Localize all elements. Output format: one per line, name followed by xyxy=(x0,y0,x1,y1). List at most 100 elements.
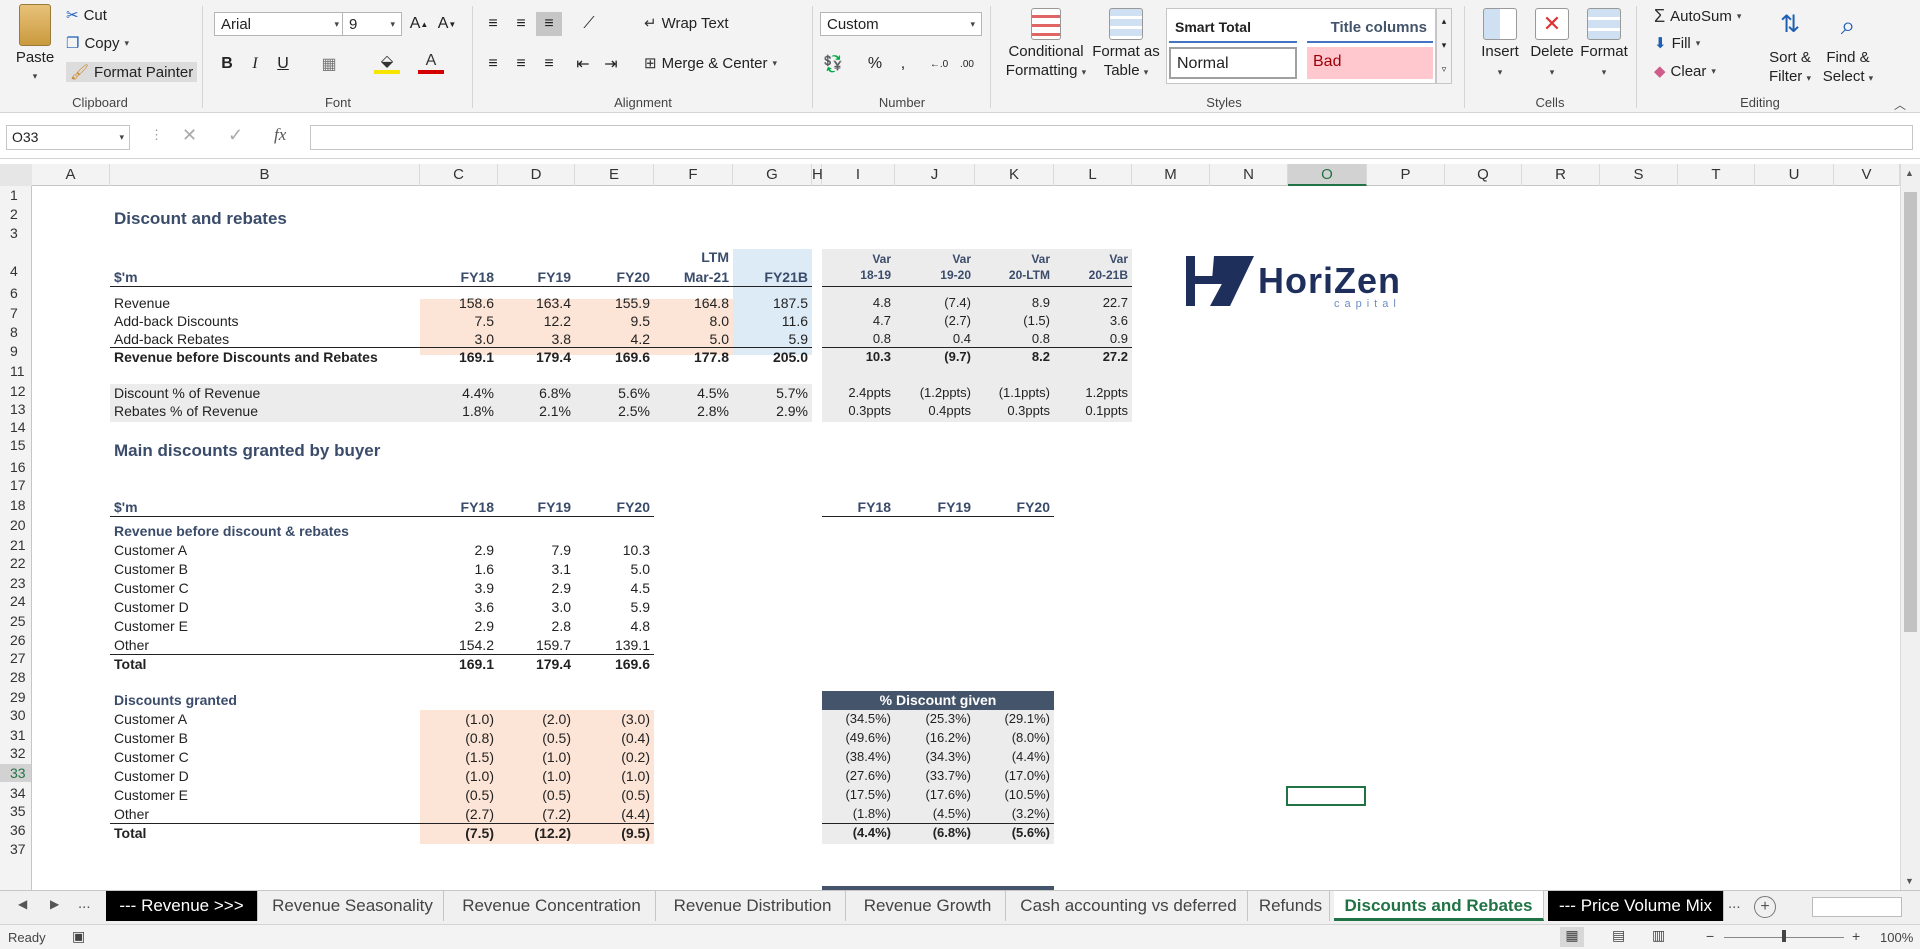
row-header-20[interactable]: 20 xyxy=(0,516,31,534)
horizontal-scrollbar[interactable] xyxy=(1812,897,1902,917)
row-header-8[interactable]: 8 xyxy=(0,323,31,341)
scroll-down-icon[interactable]: ▼ xyxy=(1905,876,1914,886)
cancel-icon[interactable]: ✕ xyxy=(182,125,197,146)
sheet-tab-7[interactable]: Discounts and Rebates xyxy=(1334,891,1544,921)
align-center-icon[interactable]: ≡ xyxy=(508,52,534,76)
row-header-3[interactable]: 3 xyxy=(0,224,31,242)
decrease-decimal-icon[interactable]: .00 xyxy=(954,52,980,76)
column-header-K[interactable]: K xyxy=(975,164,1054,186)
row-header-9[interactable]: 9 xyxy=(0,342,31,360)
align-right-icon[interactable]: ≡ xyxy=(536,52,562,76)
row-header-35[interactable]: 35 xyxy=(0,802,31,820)
decrease-indent-icon[interactable]: ⇤ xyxy=(570,52,596,76)
number-format-combo[interactable]: Custom ▾ xyxy=(820,12,982,36)
format-button[interactable]: Format ▾ xyxy=(1578,8,1630,82)
row-header-34[interactable]: 34 xyxy=(0,784,31,802)
column-header-U[interactable]: U xyxy=(1755,164,1834,186)
collapse-ribbon-icon[interactable]: ︿ xyxy=(1894,96,1906,113)
column-header-O[interactable]: O xyxy=(1288,164,1367,186)
format-as-table-button[interactable]: Format as Table ▾ xyxy=(1090,8,1162,82)
macro-record-icon[interactable]: ▣ xyxy=(72,928,85,945)
column-header-M[interactable]: M xyxy=(1132,164,1210,186)
increase-indent-icon[interactable]: ⇥ xyxy=(598,52,624,76)
column-header-Q[interactable]: Q xyxy=(1445,164,1522,186)
row-header-14[interactable]: 14 xyxy=(0,418,31,436)
borders-icon[interactable]: ▦ xyxy=(316,52,342,76)
tab-more-left[interactable]: ... xyxy=(78,895,91,912)
row-header-25[interactable]: 25 xyxy=(0,612,31,630)
insert-button[interactable]: Insert ▾ xyxy=(1476,8,1524,82)
row-header-36[interactable]: 36 xyxy=(0,821,31,839)
autosum-button[interactable]: Σ AutoSum ▾ xyxy=(1654,6,1741,27)
tab-prev-icon[interactable]: ◀ xyxy=(18,897,27,911)
column-header-L[interactable]: L xyxy=(1054,164,1132,186)
align-left-icon[interactable]: ≡ xyxy=(480,52,506,76)
sheet-tab-6[interactable]: Refunds xyxy=(1252,891,1330,921)
row-header-27[interactable]: 27 xyxy=(0,649,31,667)
column-header-V[interactable]: V xyxy=(1834,164,1900,186)
row-header-26[interactable]: 26 xyxy=(0,631,31,649)
row-header-12[interactable]: 12 xyxy=(0,382,31,400)
increase-decimal-icon[interactable]: ←.0 xyxy=(926,52,952,76)
fill-color-icon[interactable]: ⬙ xyxy=(374,52,400,74)
column-header-G[interactable]: G xyxy=(733,164,812,186)
style-bad[interactable]: Bad xyxy=(1307,47,1433,79)
column-header-R[interactable]: R xyxy=(1522,164,1600,186)
row-header-6[interactable]: 6 xyxy=(0,284,31,302)
zoom-out-icon[interactable]: − xyxy=(1706,928,1714,944)
row-header-15[interactable]: 15 xyxy=(0,436,31,454)
sort-filter-button[interactable]: ⇅ Sort & Filter ▾ xyxy=(1762,8,1818,88)
row-header-17[interactable]: 17 xyxy=(0,476,31,494)
column-header-S[interactable]: S xyxy=(1600,164,1678,186)
increase-font-icon[interactable]: A ▲ xyxy=(406,12,432,36)
font-color-icon[interactable]: A xyxy=(418,52,444,74)
align-middle-icon[interactable]: ≡ xyxy=(508,12,534,36)
conditional-formatting-button[interactable]: Conditional Formatting ▾ xyxy=(1004,8,1088,82)
style-title-columns[interactable]: Title columns xyxy=(1307,11,1433,43)
insert-function-icon[interactable]: fx xyxy=(274,125,286,145)
row-header-32[interactable]: 32 xyxy=(0,744,31,762)
row-header-7[interactable]: 7 xyxy=(0,304,31,322)
scroll-up-icon[interactable]: ▲ xyxy=(1905,168,1914,178)
style-smart-total[interactable]: Smart Total xyxy=(1169,11,1297,43)
copy-button[interactable]: ❐ Copy ▾ xyxy=(66,34,129,53)
zoom-in-icon[interactable]: + xyxy=(1852,928,1860,944)
row-header-37[interactable]: 37 xyxy=(0,840,31,858)
cut-button[interactable]: ✂ Cut xyxy=(66,6,107,25)
select-all-corner[interactable] xyxy=(0,164,32,186)
column-header-C[interactable]: C xyxy=(420,164,498,186)
orientation-icon[interactable]: ⟋ xyxy=(576,12,602,36)
row-header-11[interactable]: 11 xyxy=(0,362,31,380)
row-header-31[interactable]: 31 xyxy=(0,726,31,744)
column-header-I[interactable]: I xyxy=(822,164,895,186)
align-top-icon[interactable]: ≡ xyxy=(480,12,506,36)
row-header-4[interactable]: 4 xyxy=(0,262,31,280)
delete-button[interactable]: ✕ Delete ▾ xyxy=(1526,8,1578,82)
wrap-text-button[interactable]: ↵ Wrap Text xyxy=(644,14,729,33)
tab-next-icon[interactable]: ▶ xyxy=(50,897,59,911)
paste-button[interactable]: Paste ▾ xyxy=(8,4,62,86)
font-size-combo[interactable]: 9 ▾ xyxy=(342,12,402,36)
add-sheet-icon[interactable]: + xyxy=(1754,896,1776,918)
row-header-23[interactable]: 23 xyxy=(0,574,31,592)
underline-button[interactable]: U xyxy=(270,52,296,76)
formula-input[interactable] xyxy=(310,125,1913,150)
row-header-29[interactable]: 29 xyxy=(0,688,31,706)
row-header-21[interactable]: 21 xyxy=(0,536,31,554)
italic-button[interactable]: I xyxy=(242,52,268,76)
column-header-B[interactable]: B xyxy=(110,164,420,186)
worksheet-grid[interactable]: HoriZen capital Discount and rebates $'m F… xyxy=(32,186,1900,890)
sheet-tab-8[interactable]: --- Price Volume Mix xyxy=(1548,891,1724,921)
row-header-1[interactable]: 1 xyxy=(0,186,31,204)
fill-button[interactable]: ⬇ Fill ▾ xyxy=(1654,34,1700,53)
row-header-28[interactable]: 28 xyxy=(0,668,31,686)
row-header-13[interactable]: 13 xyxy=(0,400,31,418)
find-select-button[interactable]: ⌕ Find & Select ▾ xyxy=(1820,8,1876,88)
page-layout-icon[interactable]: ▤ xyxy=(1612,927,1625,944)
column-header-D[interactable]: D xyxy=(498,164,575,186)
scroll-thumb[interactable] xyxy=(1904,192,1917,632)
page-break-icon[interactable]: ▥ xyxy=(1652,927,1665,944)
row-header-30[interactable]: 30 xyxy=(0,706,31,724)
zoom-thumb[interactable] xyxy=(1782,930,1786,942)
sheet-tab-4[interactable]: Revenue Growth xyxy=(850,891,1006,921)
